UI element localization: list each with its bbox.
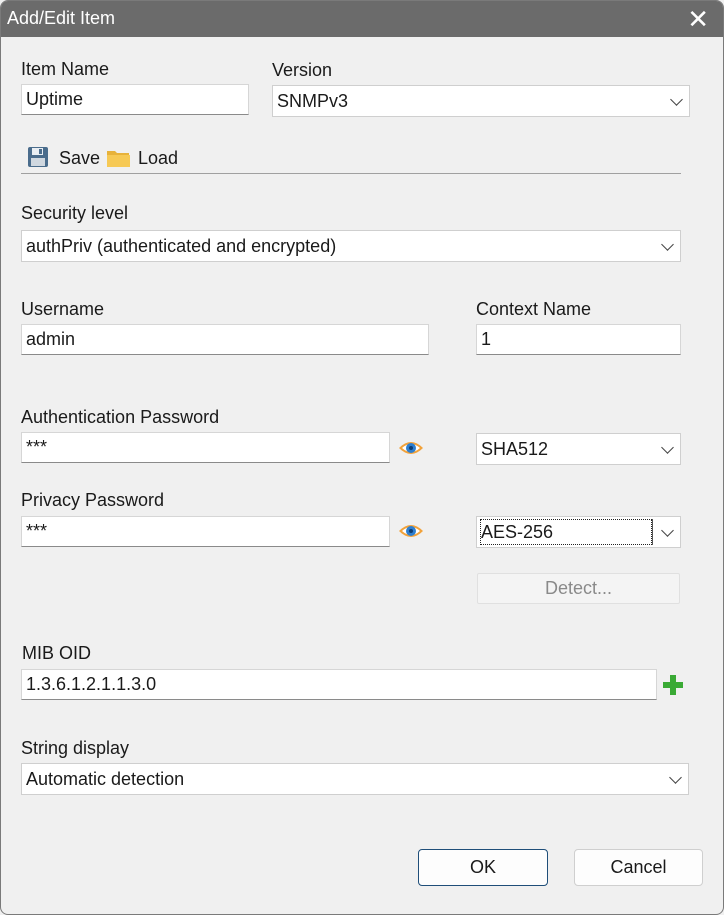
- detect-button[interactable]: Detect...: [477, 573, 680, 604]
- cancel-button[interactable]: Cancel: [574, 849, 703, 886]
- context-name-label: Context Name: [476, 299, 592, 319]
- chevron-down-icon: [670, 93, 683, 106]
- save-button[interactable]: Save: [25, 144, 100, 172]
- ok-button[interactable]: OK: [418, 849, 548, 886]
- version-select[interactable]: SNMPv3: [272, 85, 690, 117]
- mib-oid-input[interactable]: 1.3.6.1.2.1.1.3.0: [21, 669, 657, 700]
- close-icon[interactable]: ✕: [687, 5, 709, 33]
- save-label: Save: [59, 148, 101, 168]
- username-label: Username: [21, 299, 105, 319]
- string-display-value: Automatic detection: [26, 769, 185, 789]
- chevron-down-icon: [661, 524, 674, 537]
- username-input[interactable]: admin: [21, 324, 429, 355]
- show-password-eye-icon[interactable]: [398, 438, 424, 458]
- privacy-password-label: Privacy Password: [21, 490, 165, 510]
- folder-icon: [107, 151, 130, 167]
- title-bar: Add/Edit Item ✕: [1, 1, 723, 37]
- string-display-select[interactable]: Automatic detection: [21, 763, 689, 795]
- window-title: Add/Edit Item: [7, 8, 116, 28]
- chevron-down-icon: [661, 238, 674, 251]
- privacy-password-input[interactable]: ***: [21, 516, 390, 547]
- load-button[interactable]: Load: [105, 144, 185, 172]
- chevron-down-icon: [661, 441, 674, 454]
- string-display-label: String display: [21, 738, 130, 758]
- version-label: Version: [272, 60, 333, 80]
- auth-protocol-select[interactable]: SHA512: [476, 433, 681, 465]
- add-edit-item-dialog: Add/Edit Item ✕ Item Name Uptime Version…: [0, 0, 724, 915]
- auth-password-label: Authentication Password: [21, 407, 220, 427]
- version-value: SNMPv3: [277, 91, 349, 111]
- privacy-protocol-select[interactable]: AES-256: [476, 516, 681, 548]
- privacy-protocol-value: AES-256: [481, 522, 554, 542]
- security-level-select[interactable]: authPriv (authenticated and encrypted): [21, 230, 681, 262]
- toolbar-divider: [21, 173, 681, 174]
- context-name-input[interactable]: 1: [476, 324, 681, 355]
- item-name-input[interactable]: Uptime: [21, 84, 249, 115]
- chevron-down-icon: [669, 771, 682, 784]
- auth-protocol-value: SHA512: [481, 439, 549, 459]
- security-level-value: authPriv (authenticated and encrypted): [26, 236, 337, 256]
- auth-password-input[interactable]: ***: [21, 432, 390, 463]
- security-level-label: Security level: [21, 203, 129, 223]
- load-label: Load: [138, 148, 179, 168]
- dropdown-separator: [652, 519, 653, 545]
- floppy-disk-icon: [28, 147, 48, 167]
- item-name-label: Item Name: [21, 59, 110, 79]
- show-password-eye-icon[interactable]: [398, 521, 424, 541]
- add-plus-icon[interactable]: [662, 674, 684, 696]
- mib-oid-label: MIB OID: [22, 643, 92, 663]
